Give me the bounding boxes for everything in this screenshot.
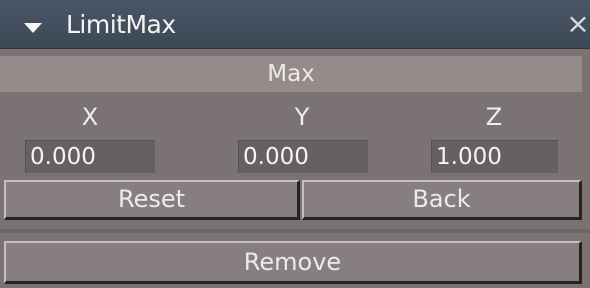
y-value-field[interactable]: 0.000 [238, 140, 368, 173]
axis-label-y: Y [294, 103, 310, 131]
remove-button[interactable]: Remove [4, 241, 582, 284]
collapse-triangle-icon[interactable] [24, 23, 42, 33]
panel-titlebar[interactable]: LimitMax × [0, 0, 590, 49]
x-value-field[interactable]: 0.000 [25, 140, 155, 173]
close-icon[interactable]: × [566, 7, 590, 41]
back-button[interactable]: Back [302, 180, 582, 220]
divider [0, 229, 590, 233]
axis-label-x: X [81, 103, 99, 131]
limitmax-panel: LimitMax × Max X Y Z 0.000 0.000 1.000 R… [0, 0, 590, 288]
panel-title: LimitMax [66, 10, 176, 39]
axis-label-z: Z [485, 103, 503, 131]
section-header-max: Max [0, 56, 582, 92]
reset-button[interactable]: Reset [4, 180, 300, 220]
z-value-field[interactable]: 1.000 [431, 140, 558, 173]
